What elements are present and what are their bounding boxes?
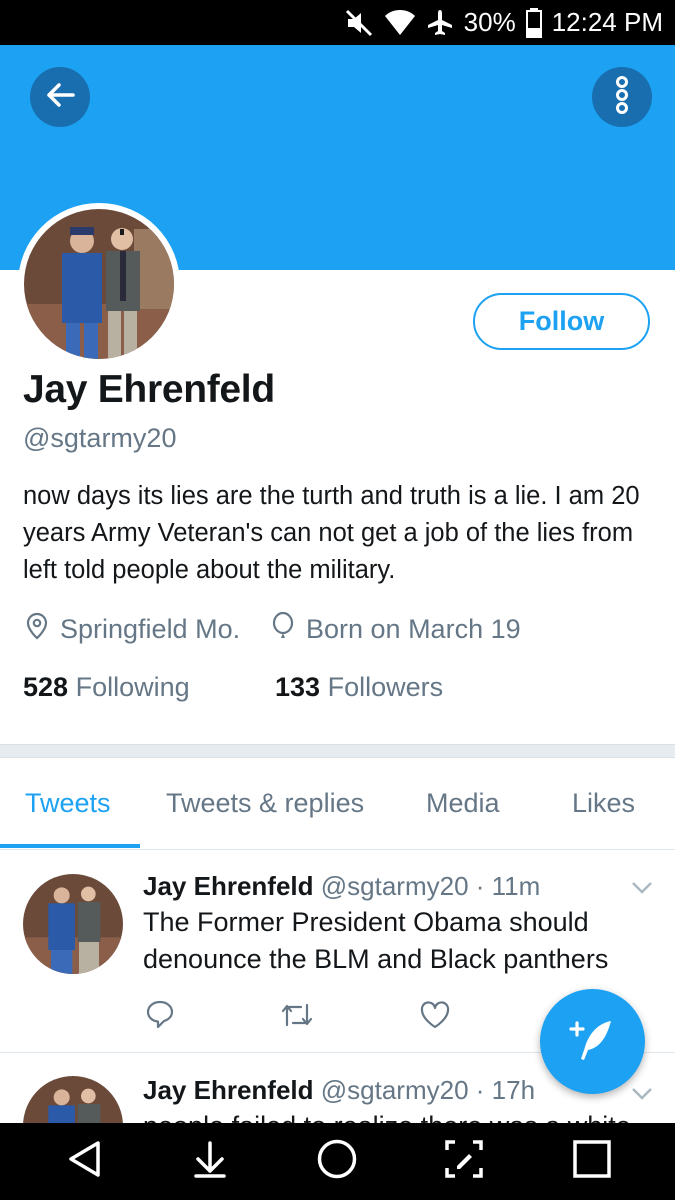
profile-bio: now days its lies are the turth and trut… (23, 482, 640, 584)
following-label: Following (75, 672, 190, 702)
back-button[interactable] (30, 67, 90, 127)
nav-back-button[interactable] (44, 1123, 124, 1200)
tab-likes[interactable]: Likes (572, 788, 635, 819)
nav-screenshot-button[interactable] (424, 1123, 504, 1200)
section-divider (0, 744, 675, 758)
system-nav-bar (0, 1123, 675, 1200)
tweet-avatar[interactable] (23, 874, 123, 974)
location-pin-icon (24, 612, 50, 647)
follow-button[interactable]: Follow (473, 293, 650, 350)
triangle-back-icon (66, 1139, 102, 1184)
tweet-header: Jay Ehrenfeld @sgtarmy20 · 17h (143, 1075, 535, 1106)
profile-birthday: Born on March 19 (270, 611, 521, 647)
nav-home-button[interactable] (297, 1123, 377, 1200)
profile-photo (24, 209, 174, 359)
tweet-text: The Former President Obama should denoun… (143, 907, 609, 974)
tab-tweets[interactable]: Tweets (25, 788, 111, 819)
tweet-author-handle: @sgtarmy20 (320, 1075, 469, 1105)
airplane-icon (426, 9, 454, 37)
circle-home-icon (316, 1138, 358, 1185)
arrow-down-icon (192, 1139, 228, 1184)
following-number: 528 (23, 672, 69, 702)
tweet-text: people failed to realize there was a whi… (143, 1108, 643, 1123)
reply-icon[interactable] (145, 999, 175, 1034)
status-bar: 30% 12:24 PM (0, 0, 675, 45)
screenshot-edit-icon (443, 1138, 485, 1185)
tab-tweets-replies[interactable]: Tweets & replies (166, 788, 364, 819)
profile-name: Jay Ehrenfeld (23, 368, 275, 411)
balloon-icon (270, 611, 296, 647)
vertical-dots-icon (612, 75, 632, 120)
following-count[interactable]: 528 Following (23, 672, 190, 703)
profile-location: Springfield Mo. (24, 612, 240, 647)
location-text: Springfield Mo. (60, 614, 241, 644)
clock: 12:24 PM (551, 7, 663, 37)
nav-download-button[interactable] (170, 1123, 250, 1200)
profile-avatar[interactable] (18, 203, 180, 365)
birthday-text: Born on March 19 (306, 614, 521, 644)
tweet-time: · 17h (475, 1075, 536, 1105)
profile-tabs: Tweets Tweets & replies Media Likes (0, 758, 675, 850)
tweet-avatar[interactable] (23, 1076, 123, 1123)
mute-icon (344, 8, 374, 38)
square-recents-icon (572, 1139, 612, 1184)
tweet-header: Jay Ehrenfeld @sgtarmy20 · 11m (143, 871, 540, 902)
followers-count[interactable]: 133 Followers (275, 672, 443, 703)
active-tab-indicator (0, 844, 140, 848)
arrow-left-icon (43, 78, 77, 117)
tab-media[interactable]: Media (426, 788, 500, 819)
more-options-button[interactable] (592, 67, 652, 127)
tweet-author-name: Jay Ehrenfeld (143, 1075, 314, 1105)
chevron-down-icon[interactable] (630, 1085, 654, 1106)
heart-icon[interactable] (419, 1000, 451, 1035)
battery-icon (525, 7, 542, 38)
compose-feather-icon (567, 1013, 619, 1070)
chevron-down-icon[interactable] (630, 879, 654, 900)
tweet-author-name: Jay Ehrenfeld (143, 871, 314, 901)
retweet-icon[interactable] (280, 1001, 314, 1034)
battery-percent: 30% (463, 7, 516, 37)
wifi-icon (384, 9, 416, 37)
nav-recents-button[interactable] (552, 1123, 632, 1200)
followers-label: Followers (327, 672, 444, 702)
tweet-time: · 11m (475, 871, 541, 901)
tweet-author-handle: @sgtarmy20 (320, 871, 469, 901)
profile-handle: @sgtarmy20 (23, 423, 177, 453)
followers-number: 133 (275, 672, 321, 702)
compose-tweet-button[interactable] (540, 989, 645, 1094)
